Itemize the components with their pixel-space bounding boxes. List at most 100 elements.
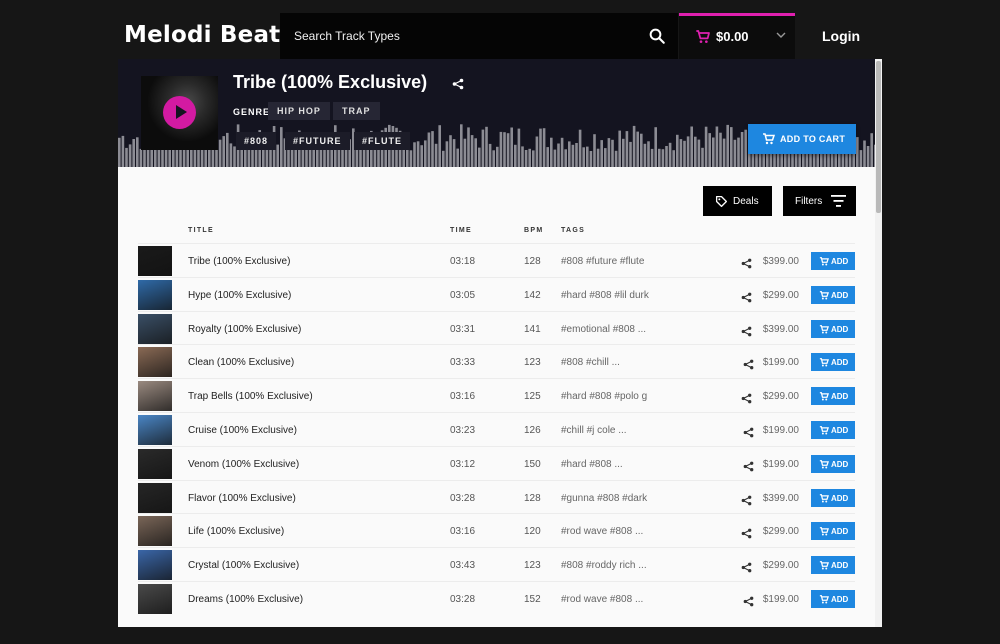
add-track-button[interactable]: ADD: [811, 556, 855, 575]
track-tags[interactable]: #hard #808 #polo g: [561, 391, 647, 402]
add-track-button[interactable]: ADD: [811, 353, 855, 372]
track-title[interactable]: Dreams (100% Exclusive): [188, 594, 303, 605]
add-track-button[interactable]: ADD: [811, 590, 855, 608]
track-tags[interactable]: #808 #future #flute: [561, 256, 644, 267]
filters-button[interactable]: Filters: [783, 186, 856, 216]
track-title[interactable]: Hype (100% Exclusive): [188, 290, 291, 301]
track-time: 03:05: [450, 289, 476, 301]
track-thumbnail[interactable]: [138, 246, 172, 276]
search-icon[interactable]: [648, 27, 666, 45]
share-icon[interactable]: [741, 290, 752, 303]
site-logo[interactable]: Melodi Beats: [124, 22, 294, 48]
track-title[interactable]: Royalty (100% Exclusive): [188, 324, 301, 335]
track-thumbnail[interactable]: [138, 516, 172, 547]
add-track-button[interactable]: ADD: [811, 522, 855, 541]
track-thumbnail[interactable]: [138, 279, 172, 310]
play-icon[interactable]: [163, 96, 196, 129]
tag-chip-808[interactable]: #808: [236, 132, 277, 150]
track-title[interactable]: Tribe (100% Exclusive): [188, 256, 290, 267]
cart-dropdown[interactable]: $0.00: [679, 13, 795, 59]
add-to-cart-label: ADD TO CART: [780, 134, 846, 144]
add-track-button[interactable]: ADD: [811, 454, 855, 473]
deals-label: Deals: [733, 196, 759, 207]
tag-chip-flute[interactable]: #FLUTE: [354, 132, 411, 150]
share-icon[interactable]: [743, 357, 754, 370]
login-link[interactable]: Login: [822, 28, 860, 44]
track-tags[interactable]: #808 #roddy rich ...: [561, 560, 647, 571]
track-row[interactable]: Royalty (100% Exclusive) 03:31 141 #emotion…: [138, 310, 855, 345]
track-title[interactable]: Crystal (100% Exclusive): [188, 560, 299, 571]
cart-icon: [819, 426, 829, 435]
track-title[interactable]: Flavor (100% Exclusive): [188, 493, 296, 504]
track-thumbnail[interactable]: [138, 415, 172, 445]
scrollbar-thumb[interactable]: [876, 61, 881, 213]
featured-track-title: Tribe (100% Exclusive): [233, 72, 428, 92]
track-row[interactable]: Cruise (100% Exclusive) 03:23 126 #chill #j…: [138, 412, 855, 446]
share-icon[interactable]: [741, 324, 752, 336]
cart-icon: [696, 30, 710, 43]
track-row[interactable]: Hype (100% Exclusive) 03:05 142 #hard #808 …: [138, 276, 855, 311]
track-row[interactable]: Flavor (100% Exclusive) 03:28 128 #gunna #8…: [138, 479, 855, 514]
share-icon[interactable]: [741, 256, 752, 269]
track-row[interactable]: Trap Bells (100% Exclusive) 03:16 125 #hard…: [138, 378, 855, 412]
filter-icon: [831, 195, 846, 207]
track-tags[interactable]: #emotional #808 ...: [561, 324, 646, 335]
track-tags[interactable]: #chill #j cole ...: [561, 425, 627, 436]
track-thumbnail[interactable]: [138, 482, 172, 513]
add-to-cart-button[interactable]: ADD TO CART: [748, 124, 856, 154]
track-time: 03:16: [450, 526, 476, 538]
track-time: 03:33: [450, 357, 476, 369]
search-input[interactable]: [294, 13, 634, 59]
add-track-button[interactable]: ADD: [811, 319, 855, 338]
track-thumbnail[interactable]: [138, 347, 172, 378]
add-label: ADD: [831, 561, 849, 571]
genre-chip-hip-hop[interactable]: HIP HOP: [268, 102, 330, 120]
track-title[interactable]: Trap Bells (100% Exclusive): [188, 391, 313, 402]
track-title[interactable]: Clean (100% Exclusive): [188, 357, 294, 368]
featured-cover-art: [141, 76, 218, 150]
track-tags[interactable]: #rod wave #808 ...: [561, 594, 643, 605]
share-icon[interactable]: [741, 526, 752, 539]
track-bpm: 152: [524, 594, 541, 605]
track-thumbnail[interactable]: [138, 584, 172, 614]
add-track-button[interactable]: ADD: [811, 285, 855, 304]
add-track-button[interactable]: ADD: [811, 488, 855, 507]
share-icon[interactable]: [741, 560, 752, 573]
tag-chip-future[interactable]: #FUTURE: [285, 132, 350, 150]
track-row[interactable]: Crystal (100% Exclusive) 03:43 123 #808 #ro…: [138, 547, 855, 581]
track-bpm: 126: [524, 425, 541, 436]
share-icon[interactable]: [743, 594, 754, 607]
track-row[interactable]: Dreams (100% Exclusive) 03:28 152 #rod wave…: [138, 581, 855, 615]
track-tags[interactable]: #hard #808 #lil durk: [561, 290, 649, 301]
share-icon[interactable]: [741, 391, 752, 404]
deals-button[interactable]: Deals: [703, 186, 772, 216]
track-title[interactable]: Venom (100% Exclusive): [188, 459, 299, 470]
add-track-button[interactable]: ADD: [811, 252, 855, 270]
track-row[interactable]: Tribe (100% Exclusive) 03:18 128 #808 #futu…: [138, 243, 855, 277]
track-title[interactable]: Life (100% Exclusive): [188, 526, 284, 537]
add-track-button[interactable]: ADD: [811, 387, 855, 406]
share-icon[interactable]: [452, 78, 464, 90]
share-icon[interactable]: [741, 493, 752, 505]
track-thumbnail[interactable]: [138, 313, 172, 344]
track-row[interactable]: Clean (100% Exclusive) 03:33 123 #808 #chil…: [138, 344, 855, 378]
track-price: $299.00: [762, 560, 799, 572]
track-tags[interactable]: #gunna #808 #dark: [561, 493, 647, 504]
track-row[interactable]: Life (100% Exclusive) 03:16 120 #rod wave #…: [138, 513, 855, 547]
track-price: $299.00: [762, 391, 799, 403]
track-thumbnail[interactable]: [138, 381, 172, 412]
track-tags[interactable]: #rod wave #808 ...: [561, 526, 643, 537]
add-track-button[interactable]: ADD: [811, 421, 855, 439]
track-tags[interactable]: #808 #chill ...: [561, 357, 620, 368]
track-tags[interactable]: #hard #808 ...: [561, 459, 623, 470]
genre-chip-trap[interactable]: TRAP: [333, 102, 380, 120]
share-icon[interactable]: [743, 425, 754, 438]
track-row[interactable]: Venom (100% Exclusive) 03:12 150 #hard #808…: [138, 445, 855, 480]
share-icon[interactable]: [743, 459, 754, 472]
track-bpm: 141: [524, 323, 541, 335]
track-thumbnail[interactable]: [138, 448, 172, 479]
column-header-time: TIME: [450, 227, 472, 234]
cart-icon: [763, 133, 775, 145]
track-title[interactable]: Cruise (100% Exclusive): [188, 425, 297, 436]
track-thumbnail[interactable]: [138, 550, 172, 581]
